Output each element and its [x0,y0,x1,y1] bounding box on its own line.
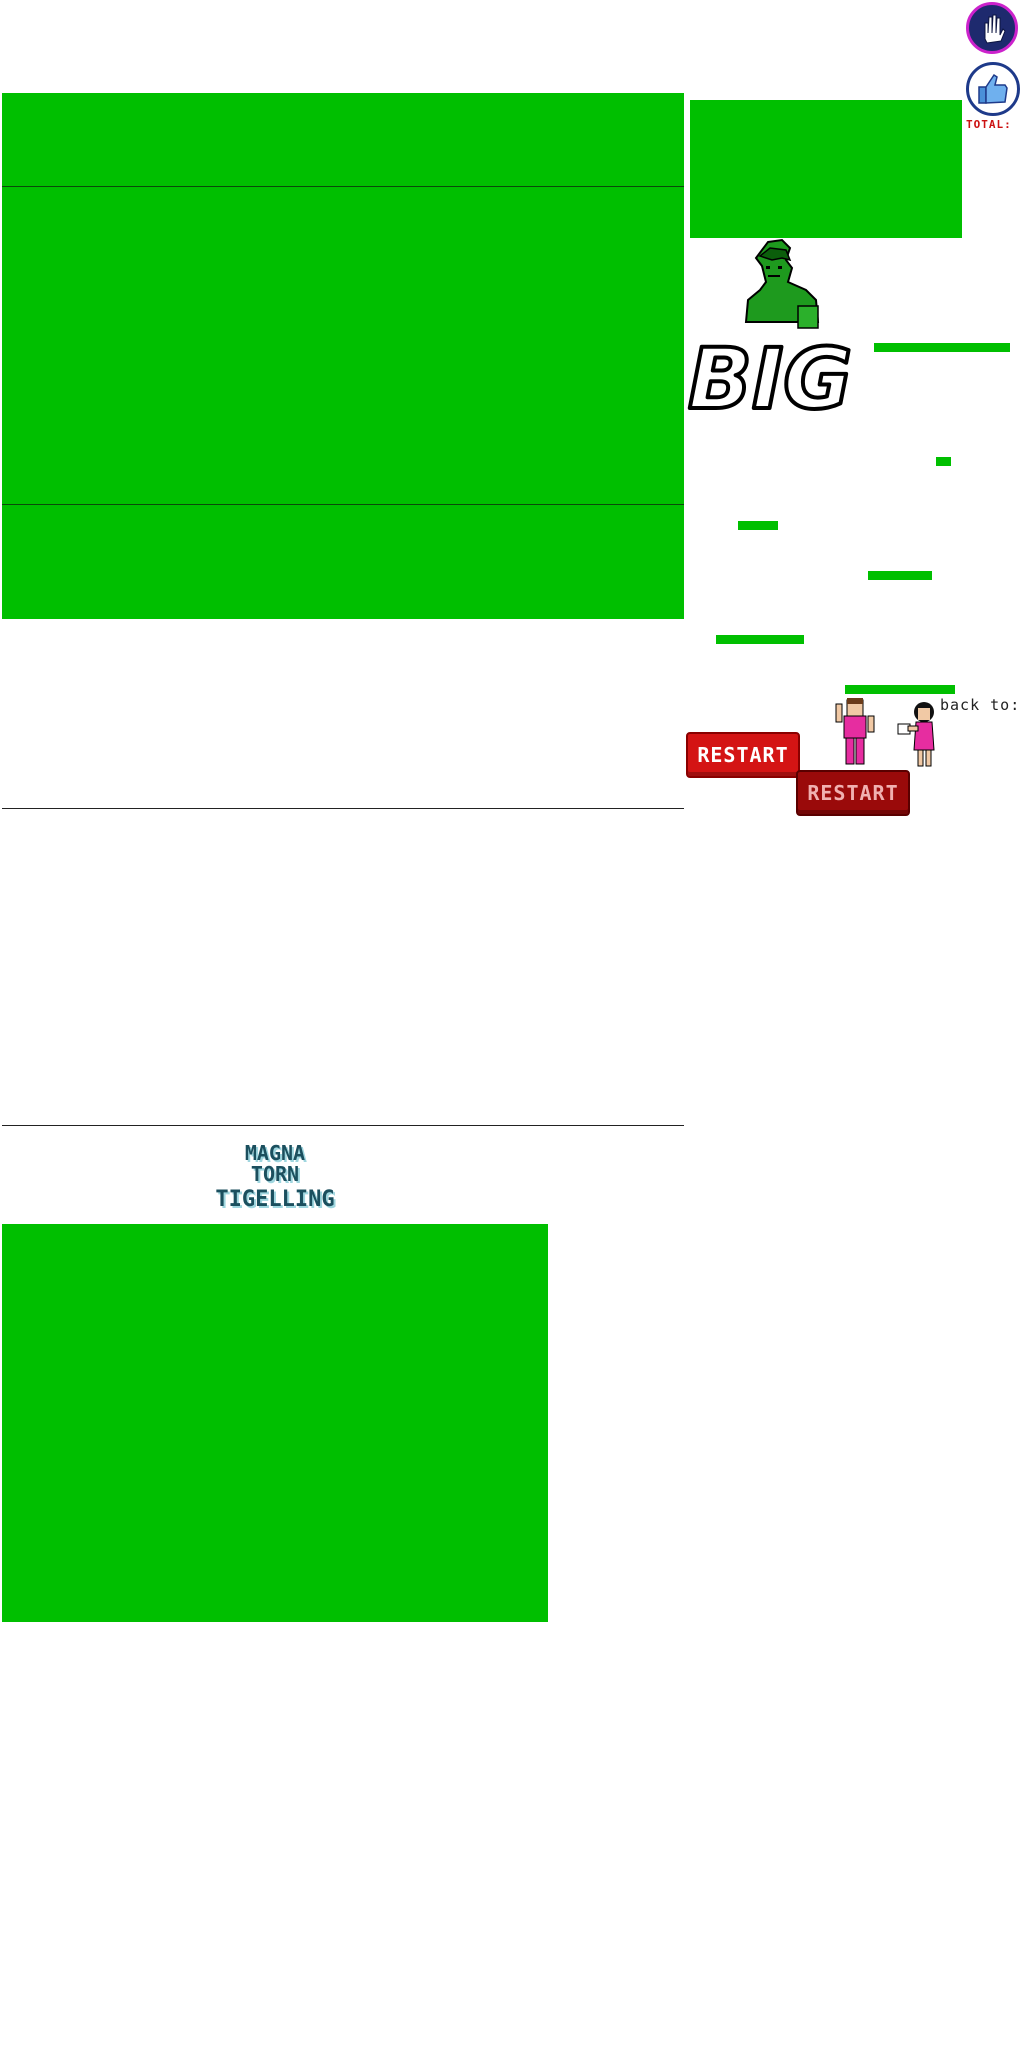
magna-logo: MAGNA MAGNA TORN TORN TIGELLING TIGELLIN… [205,1138,345,1214]
woman-character[interactable] [896,700,940,770]
thumbs-up-icon[interactable] [966,62,1020,116]
hand-icon[interactable] [966,2,1018,54]
logo-line-2: TORN [251,1162,299,1186]
sidebar-bar[interactable] [845,685,955,694]
sidebar-bar[interactable] [874,343,1010,352]
sidebar-bar[interactable] [716,635,804,644]
content-placeholder[interactable] [2,1224,548,1622]
woman-graphic [897,702,935,767]
man-graphic [835,698,875,765]
logo-line-3: TIGELLING [215,1187,334,1212]
bigal-graphic: BIG AL [686,238,1002,430]
sidebar-bar[interactable] [868,571,932,580]
sidebar-placeholder[interactable] [690,100,962,238]
total-label: TOTAL: [966,118,1012,131]
game-area[interactable] [2,93,684,619]
game-divider [2,186,684,187]
sidebar-bar[interactable] [936,457,951,466]
magna-logo-graphic: MAGNA MAGNA TORN TORN TIGELLING TIGELLIN… [215,1141,336,1214]
restart-button-pressed[interactable]: RESTART [796,770,910,816]
sidebar-bar[interactable] [738,521,778,530]
section-divider [2,808,684,809]
section-divider [2,1125,684,1126]
game-divider [2,504,684,505]
thumbs-up-glyph [978,73,1008,104]
restart-button[interactable]: RESTART [686,732,800,778]
back-to-label: back to: [940,696,1021,714]
man-character[interactable] [835,698,875,768]
bigal-text: BIG AL [688,330,874,420]
bigal-logo[interactable]: BIG AL [686,238,1002,430]
hand-glyph [984,14,1006,44]
